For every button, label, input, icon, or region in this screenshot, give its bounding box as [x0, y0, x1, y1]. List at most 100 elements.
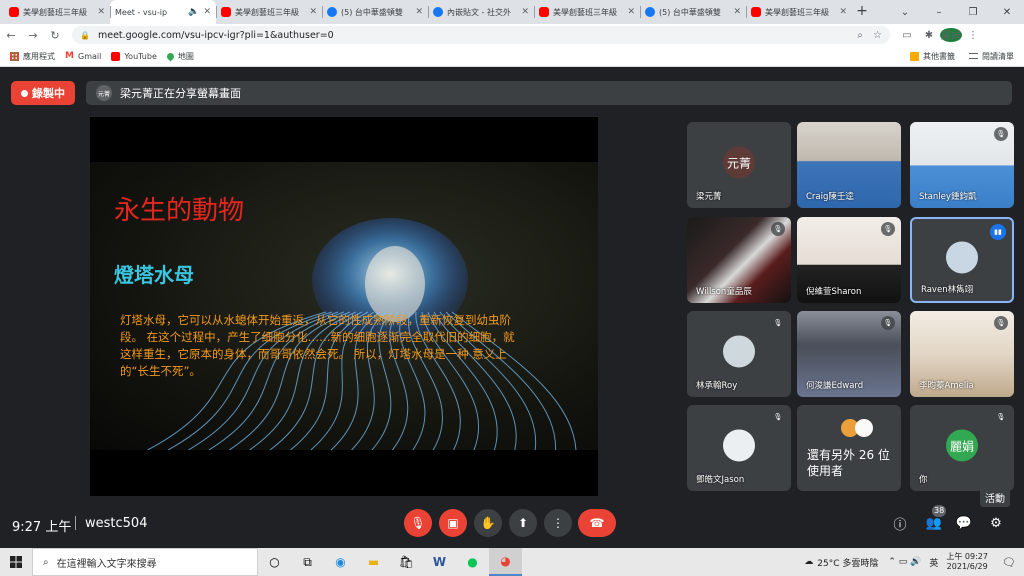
close-icon[interactable]: ✕	[627, 7, 635, 17]
mic-off-icon: 🎙	[881, 316, 895, 330]
participant-tile[interactable]: 🎙 李昀蓁Amelia	[910, 311, 1014, 397]
bookmarks-bar: 應用程式 M Gmail YouTube 地圖 其他書籤 閱讀清單	[0, 46, 1024, 67]
youtube-icon	[111, 51, 121, 61]
browser-tab[interactable]: 美學創藝班三年級 ✕	[746, 0, 852, 24]
close-icon[interactable]: ✕	[415, 7, 423, 17]
youtube-icon	[9, 7, 19, 17]
participant-tile[interactable]: Craig陳壬逵	[797, 122, 901, 208]
record-dot-icon	[21, 89, 28, 97]
cloud-icon: ☁	[804, 557, 814, 567]
back-button[interactable]: ←	[0, 29, 22, 42]
participant-name: Stanley鍾鈞凱	[919, 192, 977, 202]
close-window-button[interactable]: ✕	[990, 7, 1024, 18]
start-button[interactable]	[0, 556, 32, 568]
participant-tile[interactable]: 🎙 何浚謙Edward	[797, 311, 901, 397]
participant-tile[interactable]: 🎙 Stanley鍾鈞凱	[910, 122, 1014, 208]
participant-avatar: 麗娟	[946, 429, 978, 462]
system-tray: ☁ 25°C 多雲時陰 ⌃ ▭ 🔊 英 上午 09:27 2021/6/29 🗨	[804, 548, 1024, 576]
taskbar-search-placeholder: 在這裡輸入文字來搜尋	[56, 558, 157, 570]
participant-tile[interactable]: 🎙 Willson童品辰	[687, 217, 791, 303]
activities-button[interactable]: ⚙	[984, 511, 1008, 535]
browser-tab[interactable]: (5) 台中華盛頓雙 ✕	[322, 0, 428, 24]
weather-widget[interactable]: ☁ 25°C 多雲時陰	[804, 556, 878, 569]
tray-icons[interactable]: ⌃ ▭ 🔊	[888, 557, 921, 567]
share-banner: 元菁 梁元菁正在分享螢幕畫面	[86, 81, 1012, 105]
meeting-details-button[interactable]: ⓘ	[888, 511, 912, 535]
raise-hand-button[interactable]: ✋	[474, 509, 502, 537]
address-bar[interactable]: 🔒 meet.google.com/vsu-ipcv-igr?pli=1&aut…	[72, 26, 890, 44]
bookmark-gmail[interactable]: M Gmail	[65, 51, 101, 61]
line-icon[interactable]: ●	[456, 548, 489, 576]
camera-toggle-button[interactable]: ▣	[439, 509, 467, 537]
tab-title: 內嵌貼文 - 社交外	[447, 7, 511, 17]
cortana-icon[interactable]: ○	[258, 548, 291, 576]
task-view-icon[interactable]: ⧉	[291, 548, 324, 576]
bookmark-apps[interactable]: 應用程式	[10, 51, 55, 62]
clock-date[interactable]: 上午 09:27 2021/6/29	[946, 552, 988, 572]
taskbar-search[interactable]: ⌕ 在這裡輸入文字來搜尋	[32, 548, 258, 576]
close-icon[interactable]: ✕	[309, 7, 317, 17]
bookmark-other[interactable]: 其他書籤	[910, 51, 955, 62]
chrome-icon[interactable]: ◕	[489, 548, 522, 576]
file-explorer-icon[interactable]: ▬	[357, 548, 390, 576]
word-icon[interactable]: W	[423, 548, 456, 576]
close-icon[interactable]: ✕	[839, 7, 847, 17]
mic-off-icon: 🎙	[410, 516, 426, 530]
profile-avatar[interactable]: 麗娟	[940, 27, 962, 42]
slide-subtitle: 燈塔水母	[114, 263, 194, 287]
participant-tile[interactable]: 麗娟 🎙 你	[910, 405, 1014, 491]
others-count: 還有另外 26 位使用者	[807, 448, 890, 478]
leave-call-button[interactable]: ☎	[578, 509, 616, 537]
bookmark-youtube[interactable]: YouTube	[111, 51, 157, 61]
zoom-icon[interactable]: ⌕	[857, 30, 863, 41]
maximize-button[interactable]: ❐	[956, 7, 990, 18]
close-icon[interactable]: ✕	[733, 7, 741, 17]
bookmark-star-icon[interactable]: ☆	[873, 30, 882, 41]
close-icon[interactable]: ✕	[521, 7, 529, 17]
participant-tile[interactable]: 還有另外 26 位使用者	[797, 405, 901, 491]
participant-tile[interactable]: 元菁 梁元菁	[687, 122, 791, 208]
menu-icon[interactable]: ⋮	[962, 30, 984, 41]
participant-tile[interactable]: ▮▮ Raven林雋翊	[910, 217, 1014, 303]
chat-button[interactable]: 💬	[952, 511, 976, 535]
ime-indicator[interactable]: 英	[929, 556, 938, 569]
browser-tab[interactable]: 美學創藝班三年級 ✕	[534, 0, 640, 24]
tab-title: (5) 台中華盛頓雙	[341, 7, 403, 17]
cast-icon[interactable]: ▭	[896, 30, 918, 41]
recording-indicator[interactable]: 錄製中	[11, 81, 75, 105]
minimize-button[interactable]: –	[922, 7, 956, 18]
store-icon[interactable]: 🛍	[390, 548, 423, 576]
presentation-screen[interactable]: 永生的動物 燈塔水母 灯塔水母，它可以从水螅体开始重返，从它的性成熟阶段，重新恢…	[90, 117, 598, 496]
apps-grid-icon	[10, 51, 19, 61]
edge-icon[interactable]: ◉	[324, 548, 357, 576]
present-button[interactable]: ⬆	[509, 509, 537, 537]
more-options-button[interactable]: ⋮	[544, 509, 572, 537]
slide-title: 永生的動物	[114, 196, 245, 226]
facebook-icon	[433, 7, 443, 17]
reading-list[interactable]: 閱讀清單	[969, 51, 1014, 62]
youtube-icon	[221, 7, 231, 17]
browser-tab[interactable]: Meet - vsu-ip 🔈 ✕	[110, 0, 216, 24]
tab-search-icon[interactable]: ⌄	[888, 7, 922, 18]
extensions-icon[interactable]: ✱	[918, 30, 940, 41]
notifications-icon[interactable]: 🗨	[998, 556, 1020, 569]
divider	[75, 516, 76, 530]
browser-tab[interactable]: 美學創藝班三年級 ✕	[216, 0, 322, 24]
close-icon[interactable]: ✕	[97, 7, 105, 17]
mic-toggle-button[interactable]: 🎙	[404, 509, 432, 537]
youtube-icon	[751, 7, 761, 17]
participant-name: 倪維萱Sharon	[806, 287, 862, 297]
participant-tile[interactable]: 🎙 鄧皓文Jason	[687, 405, 791, 491]
browser-tab[interactable]: (5) 台中華盛頓雙 ✕	[640, 0, 746, 24]
close-icon[interactable]: ✕	[203, 7, 211, 17]
forward-button[interactable]: →	[22, 29, 44, 42]
participant-tile[interactable]: 🎙 林承翰Roy	[687, 311, 791, 397]
tab-audio-icon[interactable]: 🔈	[188, 7, 199, 17]
participant-tile[interactable]: 🎙 倪維萱Sharon	[797, 217, 901, 303]
reload-button[interactable]: ↻	[44, 29, 66, 42]
tab-title: (5) 台中華盛頓雙	[659, 7, 721, 17]
browser-tab[interactable]: 美學創藝班三年級 ✕	[4, 0, 110, 24]
bookmark-maps[interactable]: 地圖	[165, 51, 194, 62]
new-tab-button[interactable]: +	[852, 0, 872, 24]
browser-tab[interactable]: 內嵌貼文 - 社交外 ✕	[428, 0, 534, 24]
